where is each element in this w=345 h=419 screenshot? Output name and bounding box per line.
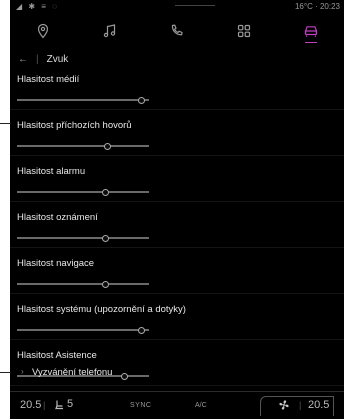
climate-separator: |	[43, 400, 46, 410]
ringtone-item[interactable]: › Vyzvánění telefonu	[10, 362, 344, 384]
setting-label: Hlasitost médií	[17, 74, 80, 85]
climate-separator: |	[299, 400, 302, 410]
music-note-icon	[103, 24, 116, 38]
setting-row-alarm-volume: Hlasitost alarmu	[10, 156, 344, 202]
setting-row-call-volume: Hlasitost příchozích hovorů	[10, 110, 344, 156]
seat-heating-control[interactable]: 5	[54, 398, 73, 410]
volume-slider[interactable]	[17, 327, 149, 334]
nav-apps[interactable]	[224, 14, 264, 48]
seat-heat-level: 5	[67, 398, 74, 410]
header-separator: |	[36, 53, 39, 65]
setting-label: Hlasitost oznámení	[17, 212, 98, 223]
setting-label: Hlasitost systému (upozornění a dotyky)	[17, 304, 186, 315]
volume-slider[interactable]	[17, 97, 149, 104]
temperature-left[interactable]: 20.5	[20, 399, 41, 411]
slider-knob[interactable]	[138, 97, 146, 104]
apps-grid-icon	[237, 24, 250, 38]
status-bar: ◢ ✱ ≡ ◌ 16°C · 20:23	[10, 0, 344, 12]
climate-bar: 20.5 | 5 SYNC A/C | 20.5	[10, 391, 344, 419]
nav-vehicle[interactable]	[291, 14, 331, 48]
phone-icon	[171, 24, 183, 36]
setting-row-notification-volume: Hlasitost oznámení	[10, 202, 344, 248]
setting-label: Hlasitost navigace	[17, 258, 95, 269]
slider-knob[interactable]	[102, 235, 110, 242]
slider-knob[interactable]	[138, 327, 146, 334]
setting-label: Hlasitost příchozích hovorů	[17, 120, 132, 131]
nav-media[interactable]	[90, 14, 130, 48]
status-divider	[175, 5, 215, 6]
location-pin-icon	[38, 23, 49, 39]
setting-row-navigation-volume: Hlasitost navigace	[10, 248, 344, 294]
volume-slider[interactable]	[17, 235, 149, 242]
page-title: Zvuk	[46, 53, 69, 65]
callout-line	[0, 123, 11, 124]
back-arrow-icon[interactable]: ←	[18, 54, 28, 65]
setting-row-system-volume: Hlasitost systému (upozornění a dotyky)	[10, 294, 344, 340]
slider-knob[interactable]	[102, 189, 110, 196]
chevron-right-icon: ›	[21, 367, 24, 376]
setting-row-media-volume: Hlasitost médií	[10, 64, 344, 110]
slider-knob[interactable]	[103, 143, 111, 150]
ac-button[interactable]: A/C	[195, 402, 207, 409]
status-icons: ◢ ✱ ≡ ◌	[16, 2, 59, 11]
seat-heat-icon	[55, 400, 63, 409]
temperature-clock: 16°C · 20:23	[294, 2, 340, 11]
volume-slider[interactable]	[17, 189, 149, 196]
ringtone-label: Vyzvánění telefonu	[32, 367, 113, 378]
car-icon	[304, 26, 317, 37]
callout-line	[0, 372, 11, 373]
nav-phone[interactable]	[157, 14, 197, 48]
row-divider	[10, 385, 344, 386]
infotainment-screen: ◢ ✱ ≡ ◌ 16°C · 20:23 ← | Zvuk Hlasitost …	[10, 0, 344, 419]
top-navigation	[10, 14, 344, 48]
slider-knob[interactable]	[102, 281, 110, 288]
setting-label: Hlasitost Asistence	[17, 350, 97, 361]
volume-slider[interactable]	[17, 281, 149, 288]
sync-button[interactable]: SYNC	[130, 402, 151, 409]
fan-icon[interactable]	[278, 399, 290, 414]
temperature-right[interactable]: 20.5	[308, 399, 329, 411]
setting-label: Hlasitost alarmu	[17, 166, 86, 177]
volume-slider[interactable]	[17, 143, 149, 150]
nav-navigation[interactable]	[23, 14, 63, 48]
